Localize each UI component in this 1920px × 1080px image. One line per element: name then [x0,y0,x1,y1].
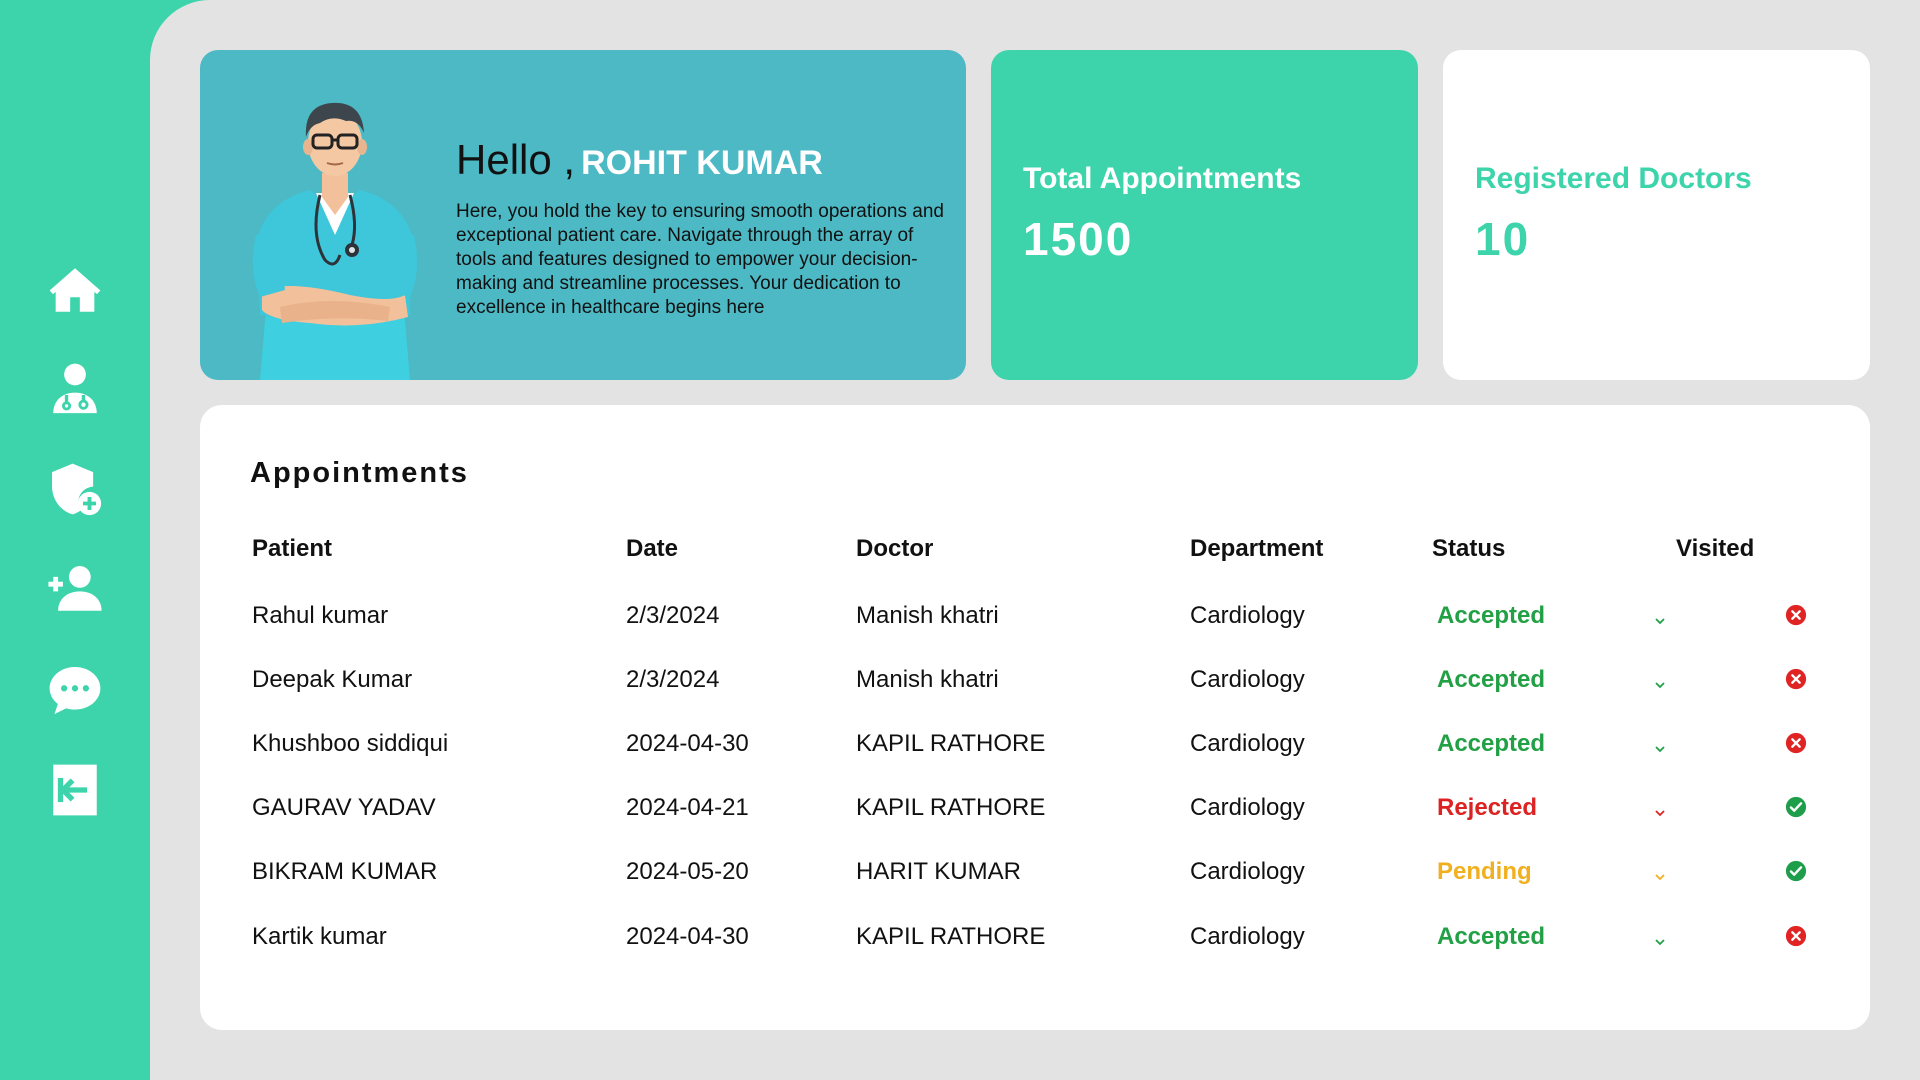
not-visited-x-icon[interactable] [1785,925,1807,947]
shield-plus-icon [52,463,102,516]
table-row: Deepak Kumar 2/3/2024 Manish khatri Cardiol… [200,666,1870,702]
logout-icon [53,764,97,816]
cell-date: 2/3/2024 [626,602,720,629]
cell-patient: Rahul kumar [252,602,389,629]
cell-department: Cardiology [1190,858,1305,885]
table-row: BIKRAM KUMAR 2024-05-20 HARIT KUMAR Cardiol… [200,858,1870,894]
cell-department: Cardiology [1190,923,1305,950]
cell-patient: BIKRAM KUMAR [252,858,438,885]
status-dropdown-chevron-icon[interactable] [1652,800,1668,817]
table-row: Rahul kumar 2/3/2024 Manish khatri Cardiolo… [200,602,1870,638]
nav-logout[interactable] [44,759,106,821]
stat-label: Registered Doctors [1475,162,1752,195]
cell-doctor: Manish khatri [856,666,999,693]
status-value: Accepted [1437,666,1546,693]
welcome-message: Here, you hold the key to ensuring smoot… [456,201,944,318]
cell-patient: Deepak Kumar [252,666,413,693]
column-header-doctor: Doctor [856,535,934,562]
home-icon [49,268,101,312]
cell-department: Cardiology [1190,666,1305,693]
column-header-department: Department [1190,535,1324,562]
greeting: Hello , ROHIT KUMAR [456,136,823,184]
status-value: Accepted [1437,602,1546,629]
cell-department: Cardiology [1190,602,1305,629]
cell-doctor: KAPIL RATHORE [856,730,1046,757]
column-header-date: Date [626,535,679,562]
table-row: Khushboo siddiqui 2024-04-30 KAPIL RATHORE… [200,730,1870,766]
nav-doctors[interactable] [44,358,106,420]
cell-doctor: Manish khatri [856,602,999,629]
cell-patient: GAURAV YADAV [252,794,436,821]
not-visited-x-icon[interactable] [1785,604,1807,626]
status-dropdown-chevron-icon[interactable] [1652,864,1668,881]
status-dropdown-chevron-icon[interactable] [1652,929,1668,946]
visited-check-icon[interactable] [1785,796,1807,818]
cell-patient: Khushboo siddiqui [252,730,449,757]
table-row: Kartik kumar 2024-04-30 KAPIL RATHORE Cardi… [200,923,1870,959]
cell-date: 2024-04-30 [626,730,749,757]
nav-home[interactable] [44,259,106,321]
table-row: GAURAV YADAV 2024-04-21 KAPIL RATHORE Cardi… [200,794,1870,830]
doctor-icon [53,363,97,414]
total-appointments-card: Total Appointments 1500 [991,50,1418,380]
cell-doctor: HARIT KUMAR [856,858,1021,885]
not-visited-x-icon[interactable] [1785,668,1807,690]
status-dropdown-chevron-icon[interactable] [1652,736,1668,753]
greeting-text: Hello , [456,136,576,183]
column-header-visited: Visited [1676,535,1755,562]
status-value: Rejected [1437,794,1538,821]
user-name: ROHIT KUMAR [581,144,823,182]
cell-date: 2024-05-20 [626,858,749,885]
status-value: Accepted [1437,730,1546,757]
status-value: Accepted [1437,923,1546,950]
cell-date: 2/3/2024 [626,666,720,693]
doctor-illustration [252,102,418,380]
welcome-card: Hello , ROHIT KUMAR Here, you hold the ke… [200,50,966,380]
registered-doctors-card: Registered Doctors 10 [1443,50,1870,380]
stat-value: 1500 [1023,213,1134,265]
status-dropdown-chevron-icon[interactable] [1652,608,1668,625]
stat-value: 10 [1475,213,1531,265]
status-value: Pending [1437,858,1532,885]
cell-date: 2024-04-30 [626,923,749,950]
status-dropdown-chevron-icon[interactable] [1652,672,1668,689]
visited-check-icon[interactable] [1785,860,1807,882]
nav-messages[interactable] [44,659,106,721]
appointments-panel: Appointments Patient Date Doctor Departm… [200,405,1870,1030]
table-header: Patient Date Doctor Department Status Vi… [200,535,1870,565]
not-visited-x-icon[interactable] [1785,732,1807,754]
cell-department: Cardiology [1190,794,1305,821]
cell-doctor: KAPIL RATHORE [856,923,1046,950]
column-header-patient: Patient [252,535,333,562]
chat-icon [49,667,101,715]
nav-add-user[interactable] [44,558,106,620]
main-content: Hello , ROHIT KUMAR Here, you hold the ke… [150,0,1920,1080]
cell-department: Cardiology [1190,730,1305,757]
column-header-status: Status [1432,535,1506,562]
sidebar [0,0,150,1080]
cell-doctor: KAPIL RATHORE [856,794,1046,821]
cell-date: 2024-04-21 [626,794,749,821]
stat-label: Total Appointments [1023,162,1302,195]
add-user-icon [48,566,102,611]
appointments-title: Appointments [250,457,469,489]
nav-insurance[interactable] [44,458,106,520]
cell-patient: Kartik kumar [252,923,387,950]
